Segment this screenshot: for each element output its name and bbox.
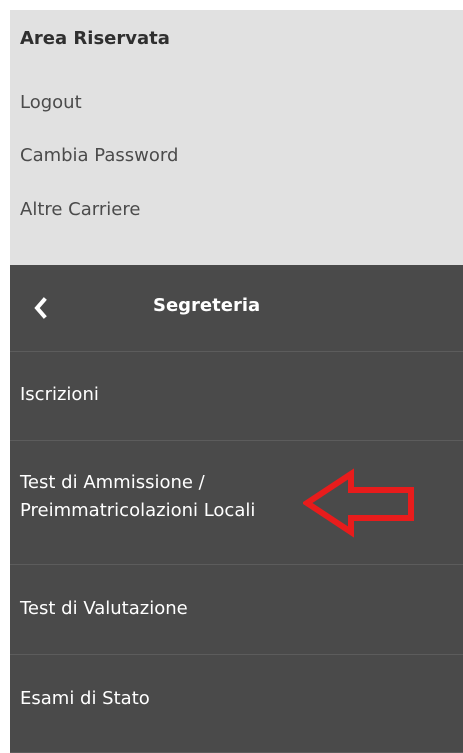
menu-item-label: Test di Ammissione / Preimmatricolazioni… <box>20 472 256 521</box>
area-riservata-title: Area Riservata <box>20 28 170 49</box>
chevron-left-icon[interactable] <box>28 295 54 321</box>
cambia-password-link[interactable]: Cambia Password <box>20 145 178 166</box>
menu-item-test-di-valutazione[interactable]: Test di Valutazione <box>10 565 463 655</box>
segreteria-menu: Segreteria Iscrizioni Test di Ammissione… <box>10 265 463 753</box>
altre-carriere-link[interactable]: Altre Carriere <box>20 199 140 220</box>
menu-item-esami-di-stato[interactable]: Esami di Stato <box>10 655 463 753</box>
menu-item-test-di-ammissione[interactable]: Test di Ammissione / Preimmatricolazioni… <box>10 441 463 565</box>
menu-item-label: Esami di Stato <box>20 688 150 709</box>
sidebar-panel: Area Riservata Logout Cambia Password Al… <box>10 10 463 753</box>
logout-link[interactable]: Logout <box>20 92 82 113</box>
menu-item-label: Iscrizioni <box>20 384 99 405</box>
area-riservata-section: Area Riservata Logout Cambia Password Al… <box>10 10 463 265</box>
menu-item-iscrizioni[interactable]: Iscrizioni <box>10 352 463 441</box>
menu-title: Segreteria <box>153 295 261 316</box>
menu-header: Segreteria <box>10 265 463 352</box>
menu-item-label: Test di Valutazione <box>20 598 188 619</box>
